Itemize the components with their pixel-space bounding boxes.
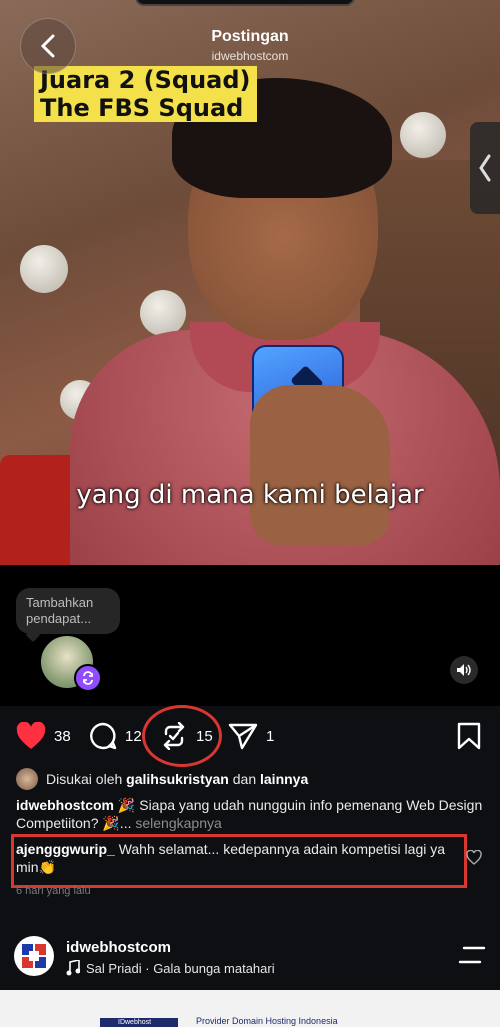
repost-badge-icon bbox=[74, 664, 102, 692]
page-title: Postingan bbox=[211, 28, 289, 45]
liked-user[interactable]: galihsukristyan bbox=[126, 771, 229, 787]
share-button[interactable]: 1 bbox=[228, 718, 274, 754]
chevron-left-icon bbox=[479, 154, 491, 182]
heart-outline-icon bbox=[466, 849, 482, 865]
sofa bbox=[0, 455, 80, 565]
comment-button[interactable]: 12 bbox=[89, 718, 142, 754]
menu-button[interactable] bbox=[458, 946, 486, 969]
comment-item: ajengggwurip_ Wahh selamat... kedepannya… bbox=[16, 840, 456, 876]
lamp-globe bbox=[20, 245, 68, 293]
send-icon bbox=[228, 723, 258, 750]
lamp-globe bbox=[140, 290, 186, 336]
caption-username[interactable]: idwebhostcom bbox=[16, 797, 114, 813]
footer-logo: IDwebhost bbox=[100, 1018, 178, 1027]
bookmark-icon bbox=[457, 722, 481, 750]
add-note-bubble[interactable]: Tambahkan pendapat... bbox=[16, 588, 120, 634]
music-text: Sal Priadi · Gala bunga matahari bbox=[86, 960, 275, 976]
lamp-globe bbox=[400, 112, 446, 158]
post-video[interactable]: Juara 2 (Squad) The FBS Squad yang di ma… bbox=[0, 0, 500, 565]
liked-by-row[interactable]: Disukai oleh galihsukristyan dan lainnya bbox=[16, 768, 308, 790]
save-button[interactable] bbox=[456, 718, 482, 754]
share-count: 1 bbox=[266, 727, 275, 745]
footer-text: Provider Domain Hosting Indonesia bbox=[196, 1016, 338, 1026]
comment-like-button[interactable] bbox=[466, 849, 482, 870]
menu-icon bbox=[458, 946, 486, 964]
liked-others[interactable]: lainnya bbox=[260, 771, 308, 787]
account-avatar[interactable] bbox=[14, 936, 54, 976]
speaker-icon bbox=[457, 664, 471, 676]
caption-line: The FBS Squad bbox=[40, 94, 244, 122]
comment-icon bbox=[90, 722, 117, 750]
music-info[interactable]: Sal Priadi · Gala bunga matahari bbox=[66, 960, 275, 976]
heart-icon bbox=[16, 722, 46, 749]
comment-username[interactable]: ajengggwurip_ bbox=[16, 841, 115, 857]
idwebhost-logo-icon bbox=[22, 944, 46, 968]
caption-line: Juara 2 (Squad) bbox=[40, 66, 251, 94]
post-caption: idwebhostcom 🎉 Siapa yang udah nungguin … bbox=[16, 796, 486, 832]
avatar bbox=[16, 768, 38, 790]
music-note-icon bbox=[66, 960, 80, 976]
footer-logo-text: IDwebhost bbox=[118, 1019, 152, 1026]
page-subtitle: idwebhostcom bbox=[211, 49, 289, 63]
volume-button[interactable] bbox=[450, 656, 478, 684]
comment-count: 12 bbox=[125, 727, 142, 745]
dynamic-island bbox=[135, 0, 355, 6]
post-timestamp: 6 hari yang lalu bbox=[16, 885, 91, 897]
like-count: 38 bbox=[54, 727, 71, 745]
side-panel-tab[interactable] bbox=[470, 122, 500, 214]
like-button[interactable]: 38 bbox=[16, 718, 71, 754]
repost-highlight-annotation bbox=[142, 705, 222, 767]
back-button[interactable] bbox=[20, 18, 76, 74]
person-hand bbox=[250, 385, 390, 545]
liked-prefix: Disukai oleh bbox=[46, 771, 123, 787]
action-bar: 38 12 15 1 bbox=[0, 718, 500, 754]
account-name[interactable]: idwebhostcom bbox=[66, 939, 171, 956]
video-subtitle: yang di mana kami belajar bbox=[76, 480, 424, 510]
see-more-link[interactable]: selengkapnya bbox=[135, 815, 221, 831]
video-caption-tag: Juara 2 (Squad) The FBS Squad bbox=[34, 66, 257, 122]
liked-joiner: dan bbox=[232, 771, 257, 787]
